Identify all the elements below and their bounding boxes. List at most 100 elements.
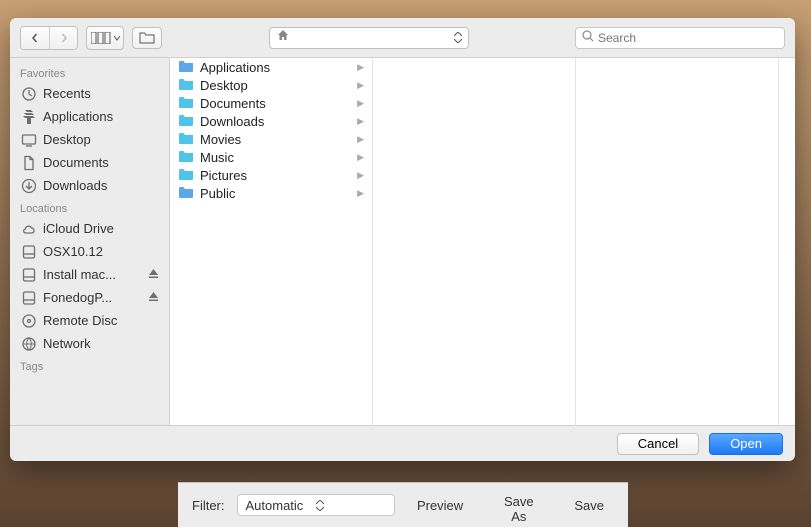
folder-icon xyxy=(178,113,194,129)
clock-icon xyxy=(20,85,37,102)
column xyxy=(373,58,576,425)
sidebar-item[interactable]: OSX10.12 xyxy=(10,240,169,263)
sidebar-item-label: Recents xyxy=(43,86,91,101)
sidebar-item-label: Applications xyxy=(43,109,113,124)
list-item[interactable]: Public ▶ xyxy=(170,184,372,202)
chevron-right-icon: ▶ xyxy=(357,98,364,109)
documents-icon xyxy=(20,154,37,171)
item-label: Documents xyxy=(200,96,266,111)
item-label: Applications xyxy=(200,60,270,75)
sidebar-item-label: Documents xyxy=(43,155,109,170)
sidebar-item-label: Install mac... xyxy=(43,267,116,282)
chevron-right-icon: ▶ xyxy=(357,62,364,73)
sidebar-item[interactable]: Remote Disc xyxy=(10,309,169,332)
cloud-icon xyxy=(20,220,37,237)
search-icon xyxy=(582,29,594,47)
updown-icon xyxy=(316,500,386,511)
list-item[interactable]: Music ▶ xyxy=(170,148,372,166)
columns-view: Applications▶Desktop▶Documents▶Downloads… xyxy=(170,58,795,425)
filter-panel: Filter: Automatic Preview Save As Save xyxy=(178,482,628,527)
filter-label: Filter: xyxy=(192,498,225,513)
sidebar-item[interactable]: iCloud Drive xyxy=(10,217,169,240)
sidebar: Favorites Recents Applications Desktop Docum… xyxy=(10,58,170,425)
sidebar-item[interactable]: Documents xyxy=(10,151,169,174)
toolbar xyxy=(10,18,795,58)
sidebar-item[interactable]: Downloads xyxy=(10,174,169,197)
preview-button[interactable]: Preview xyxy=(407,494,473,516)
network-icon xyxy=(20,335,37,352)
nav-buttons xyxy=(20,26,78,50)
sidebar-section-header: Tags xyxy=(10,355,169,375)
item-label: Music xyxy=(200,150,234,165)
path-dropdown[interactable] xyxy=(269,27,469,49)
item-label: Pictures xyxy=(200,168,247,183)
disc-icon xyxy=(20,312,37,329)
sidebar-item-label: Remote Disc xyxy=(43,313,117,328)
filter-value: Automatic xyxy=(246,498,316,513)
list-item[interactable]: Downloads ▶ xyxy=(170,112,372,130)
cancel-button[interactable]: Cancel xyxy=(617,433,699,455)
view-mode-select[interactable] xyxy=(86,26,124,50)
dialog-body: FavoritesRecentsApplicationsDesktopDocum… xyxy=(10,58,795,425)
sidebar-section-header: Locations xyxy=(10,197,169,217)
forward-button[interactable] xyxy=(49,27,77,49)
back-button[interactable] xyxy=(21,27,49,49)
save-as-button[interactable]: Save As xyxy=(485,494,552,516)
sidebar-item-label: Network xyxy=(43,336,91,351)
sidebar-item[interactable]: Recents xyxy=(10,82,169,105)
save-button[interactable]: Save xyxy=(564,494,614,516)
sidebar-item[interactable]: Applications xyxy=(10,105,169,128)
folder-icon xyxy=(178,95,194,111)
apps-icon xyxy=(20,108,37,125)
search-input[interactable] xyxy=(598,31,778,45)
sidebar-item-label: OSX10.12 xyxy=(43,244,103,259)
dialog-footer: Cancel Open xyxy=(10,425,795,461)
list-item[interactable]: Desktop ▶ xyxy=(170,76,372,94)
list-item[interactable]: Movies ▶ xyxy=(170,130,372,148)
disk-icon xyxy=(20,266,37,283)
downloads-icon xyxy=(20,177,37,194)
chevron-right-icon: ▶ xyxy=(357,134,364,145)
sidebar-item-label: Downloads xyxy=(43,178,107,193)
column: Applications▶Desktop▶Documents▶Downloads… xyxy=(170,58,373,425)
folder-icon xyxy=(178,167,194,183)
item-label: Movies xyxy=(200,132,241,147)
disk-icon xyxy=(20,243,37,260)
sidebar-item[interactable]: Desktop xyxy=(10,128,169,151)
sidebar-section-header: Favorites xyxy=(10,62,169,82)
desktop-icon xyxy=(20,131,37,148)
column xyxy=(576,58,779,425)
list-item[interactable]: Applications ▶ xyxy=(170,58,372,76)
new-folder-button[interactable] xyxy=(132,27,162,49)
item-label: Downloads xyxy=(200,114,264,129)
chevron-right-icon: ▶ xyxy=(357,170,364,181)
eject-icon[interactable] xyxy=(148,267,159,282)
disk-icon xyxy=(20,289,37,306)
chevron-right-icon: ▶ xyxy=(357,188,364,199)
home-icon xyxy=(276,28,290,47)
sidebar-item[interactable]: Network xyxy=(10,332,169,355)
open-dialog: FavoritesRecentsApplicationsDesktopDocum… xyxy=(10,18,795,461)
columns-view-icon[interactable] xyxy=(87,27,123,49)
folder-icon xyxy=(178,59,194,75)
path-label xyxy=(295,30,449,45)
item-label: Desktop xyxy=(200,78,248,93)
eject-icon[interactable] xyxy=(148,290,159,305)
list-item[interactable]: Pictures ▶ xyxy=(170,166,372,184)
chevron-right-icon: ▶ xyxy=(357,80,364,91)
sidebar-item[interactable]: FonedogP... xyxy=(10,286,169,309)
folder-icon xyxy=(178,131,194,147)
filter-dropdown[interactable]: Automatic xyxy=(237,494,395,516)
open-button[interactable]: Open xyxy=(709,433,783,455)
search-field[interactable] xyxy=(575,27,785,49)
sidebar-item[interactable]: Install mac... xyxy=(10,263,169,286)
item-label: Public xyxy=(200,186,235,201)
chevron-right-icon: ▶ xyxy=(357,116,364,127)
sidebar-item-label: iCloud Drive xyxy=(43,221,114,236)
sidebar-item-label: Desktop xyxy=(43,132,91,147)
chevron-right-icon: ▶ xyxy=(357,152,364,163)
folder-icon xyxy=(178,149,194,165)
updown-icon xyxy=(454,32,462,43)
list-item[interactable]: Documents ▶ xyxy=(170,94,372,112)
folder-icon xyxy=(178,77,194,93)
